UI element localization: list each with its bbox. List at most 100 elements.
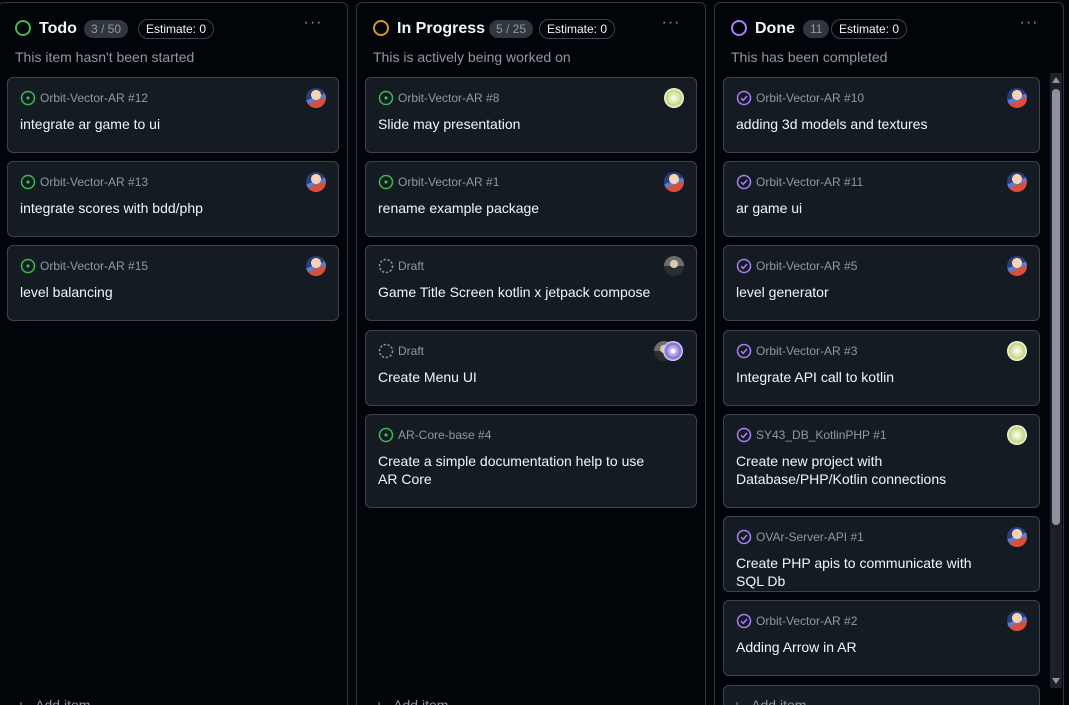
scrollbar-thumb[interactable] <box>1052 89 1060 525</box>
in-progress-status-icon <box>373 20 389 36</box>
column-more-button[interactable]: ··· <box>303 15 323 35</box>
card-repo-ref[interactable]: Orbit-Vector-AR #1 <box>398 174 499 190</box>
assignee-avatar[interactable] <box>1007 256 1027 276</box>
card-repo-ref[interactable]: SY43_DB_KotlinPHP #1 <box>756 427 887 443</box>
todo-status-icon <box>15 20 31 36</box>
column-done: Done 11 Estimate: 0 ··· This has been co… <box>714 2 1064 705</box>
card-repo-ref[interactable]: Orbit-Vector-AR #5 <box>756 258 857 274</box>
issue-card[interactable]: Orbit-Vector-AR #10 adding 3d models and… <box>723 77 1040 153</box>
assignee-avatar[interactable] <box>1007 341 1027 361</box>
card-title[interactable]: Create Menu UI <box>378 368 656 386</box>
assignee-avatar[interactable] <box>664 88 684 108</box>
assignee-avatar[interactable] <box>663 341 683 361</box>
assignee-avatar[interactable] <box>1007 425 1027 445</box>
issue-card[interactable]: Orbit-Vector-AR #15 level balancing <box>7 245 339 321</box>
estimate-badge: Estimate: 0 <box>539 19 616 39</box>
assignee-avatar[interactable] <box>306 172 326 192</box>
draft-icon <box>378 258 394 274</box>
add-item-button[interactable]: + Add item <box>375 697 448 705</box>
assignee-avatar[interactable] <box>1007 172 1027 192</box>
draft-card[interactable]: Draft Game Title Screen kotlin x jetpack… <box>365 245 697 321</box>
card-title[interactable]: Integrate API call to kotlin <box>736 368 999 386</box>
plus-icon: + <box>17 697 26 705</box>
column-title: In Progress <box>397 20 486 37</box>
card-draft-label: Draft <box>398 259 425 273</box>
card-title[interactable]: level generator <box>736 283 999 301</box>
card-repo-ref[interactable]: Orbit-Vector-AR #3 <box>756 343 857 359</box>
issue-card[interactable]: Orbit-Vector-AR #3 Integrate API call to… <box>723 330 1040 406</box>
assignee-avatar[interactable] <box>1007 88 1027 108</box>
card-title[interactable]: Create new project with Database/PHP/Kot… <box>736 452 999 488</box>
add-item-button[interactable]: + Add item <box>733 697 806 705</box>
scroll-up-arrow-icon[interactable] <box>1052 77 1060 83</box>
issue-card[interactable]: AR-Core-base #4 Create a simple document… <box>365 414 697 508</box>
card-title[interactable]: Game Title Screen kotlin x jetpack compo… <box>378 283 656 301</box>
card-repo-ref[interactable]: Orbit-Vector-AR #2 <box>756 613 857 629</box>
issue-card[interactable]: Orbit-Vector-AR #1 rename example packag… <box>365 161 697 237</box>
issue-card[interactable]: Orbit-Vector-AR #8 Slide may presentatio… <box>365 77 697 153</box>
assignee-avatar[interactable] <box>664 256 684 276</box>
open-issue-icon <box>378 174 394 190</box>
column-title: Todo <box>39 20 77 37</box>
assignee-avatar[interactable] <box>1007 527 1027 547</box>
plus-icon: + <box>375 697 384 705</box>
done-status-icon <box>731 20 747 36</box>
scroll-down-arrow-icon[interactable] <box>1052 678 1060 684</box>
card-title[interactable]: Slide may presentation <box>378 115 656 133</box>
column-description: This has been completed <box>731 49 888 65</box>
assignee-avatar[interactable] <box>306 88 326 108</box>
issue-card[interactable]: SY43_DB_KotlinPHP #1 Create new project … <box>723 414 1040 508</box>
closed-issue-icon <box>736 613 752 629</box>
closed-issue-icon <box>736 90 752 106</box>
issue-card[interactable]: Orbit-Vector-AR #5 level generator <box>723 245 1040 321</box>
draft-icon <box>378 343 394 359</box>
card-repo-ref[interactable]: Orbit-Vector-AR #8 <box>398 90 499 106</box>
assignee-avatar[interactable] <box>306 256 326 276</box>
count-badge: 3 / 50 <box>84 20 129 38</box>
card-title[interactable]: level balancing <box>20 283 298 301</box>
draft-card[interactable]: Draft Create Menu UI <box>365 330 697 406</box>
card-repo-ref[interactable]: Orbit-Vector-AR #13 <box>40 174 148 190</box>
card-title[interactable]: Create a simple documentation help to us… <box>378 452 656 488</box>
add-item-label: Add item <box>35 697 91 705</box>
column-more-button[interactable]: ··· <box>661 15 681 35</box>
card-title[interactable]: Create PHP apis to communicate with SQL … <box>736 554 999 590</box>
issue-card[interactable]: Orbit-Vector-AR #2 Adding Arrow in AR <box>723 600 1040 676</box>
card-repo-ref[interactable]: AR-Core-base #4 <box>398 427 491 443</box>
done-column-scrollbar[interactable] <box>1050 73 1062 688</box>
issue-card[interactable]: Orbit-Vector-AR #11 ar game ui <box>723 161 1040 237</box>
card-repo-ref[interactable]: Orbit-Vector-AR #10 <box>756 90 864 106</box>
card-draft-label: Draft <box>398 344 425 358</box>
issue-card[interactable]: OVAr-Server-API #1 Create PHP apis to co… <box>723 516 1040 592</box>
plus-icon: + <box>733 697 742 705</box>
card-title[interactable]: rename example package <box>378 199 656 217</box>
card-title[interactable]: integrate scores with bdd/php <box>20 199 298 217</box>
assignee-avatar[interactable] <box>1007 611 1027 631</box>
card-title[interactable]: adding 3d models and textures <box>736 115 999 133</box>
assignee-avatar-stack[interactable] <box>654 341 684 361</box>
assignee-avatar[interactable] <box>664 172 684 192</box>
open-issue-icon <box>20 90 36 106</box>
card-title[interactable]: ar game ui <box>736 199 999 217</box>
open-issue-icon <box>20 174 36 190</box>
card-title[interactable]: Adding Arrow in AR <box>736 638 999 656</box>
column-header: In Progress 5 / 25 Estimate: 0 ··· This … <box>357 3 705 73</box>
open-issue-icon <box>378 90 394 106</box>
issue-card[interactable]: Orbit-Vector-AR #13 integrate scores wit… <box>7 161 339 237</box>
issue-card[interactable]: Orbit-Vector-AR #12 integrate ar game to… <box>7 77 339 153</box>
card-repo-ref[interactable]: Orbit-Vector-AR #15 <box>40 258 148 274</box>
count-badge: 11 <box>803 20 830 38</box>
column-header: Done 11 Estimate: 0 ··· This has been co… <box>715 3 1063 73</box>
card-repo-ref[interactable]: Orbit-Vector-AR #12 <box>40 90 148 106</box>
card-title[interactable]: integrate ar game to ui <box>20 115 298 133</box>
add-item-label: Add item <box>751 697 807 705</box>
column-todo: Todo 3 / 50 Estimate: 0 ··· This item ha… <box>0 2 348 705</box>
open-issue-icon <box>378 427 394 443</box>
add-item-button[interactable]: + Add item <box>17 697 90 705</box>
card-repo-ref[interactable]: Orbit-Vector-AR #11 <box>756 174 863 190</box>
closed-issue-icon <box>736 529 752 545</box>
column-more-button[interactable]: ··· <box>1019 15 1039 35</box>
column-description: This item hasn't been started <box>15 49 195 65</box>
card-repo-ref[interactable]: OVAr-Server-API #1 <box>756 529 864 545</box>
estimate-badge: Estimate: 0 <box>831 19 908 39</box>
